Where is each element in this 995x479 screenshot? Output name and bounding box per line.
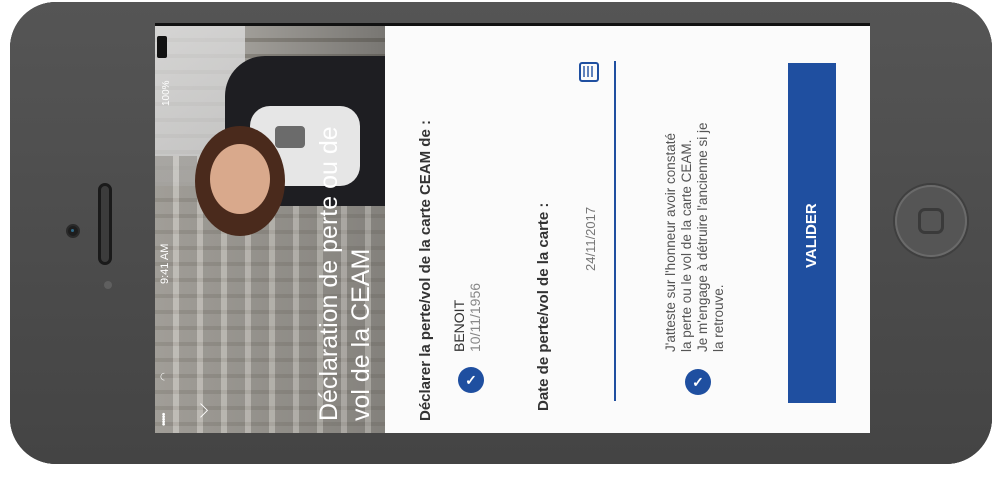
photo-smartphone xyxy=(275,126,305,148)
status-time: 9:41 AM xyxy=(159,243,171,284)
person-check-icon[interactable]: ✓ xyxy=(458,367,484,393)
date-input[interactable]: 24/11/2017 xyxy=(583,207,598,271)
hero-photo: 100% 9:41 AM ••••• ◠ ⌵ Déclaration de pe… xyxy=(155,26,385,433)
proximity-sensor xyxy=(104,281,112,289)
home-button[interactable] xyxy=(895,185,967,257)
wifi-icon: ◠ xyxy=(159,372,170,381)
calendar-icon[interactable] xyxy=(579,62,599,82)
battery-percent: 100% xyxy=(161,80,172,106)
submit-label: VALIDER xyxy=(803,203,820,268)
declare-label: Déclarer la perte/vol de la carte CEAM d… xyxy=(417,120,434,421)
attest-check-icon[interactable]: ✓ xyxy=(685,369,711,395)
signal-dots-icon: ••••• xyxy=(159,413,170,426)
front-camera-icon xyxy=(66,224,80,238)
page-title-line2: vol de la CEAM xyxy=(347,248,375,421)
date-input-underline xyxy=(614,61,616,401)
battery-icon xyxy=(157,36,167,58)
attest-line-2: la perte ou le vol de la carte CEAM. xyxy=(679,139,694,352)
attest-line-1: J'atteste sur l'honneur avoir constaté xyxy=(663,132,678,352)
home-square-icon xyxy=(918,208,944,234)
photo-woman-face xyxy=(210,144,270,214)
earpiece-speaker xyxy=(98,183,112,265)
chevron-down-icon[interactable]: ⌵ xyxy=(191,403,214,418)
submit-button[interactable]: VALIDER xyxy=(788,63,836,403)
person-birthdate: 10/11/1956 xyxy=(467,282,483,352)
attest-line-3: Je m'engage à détruire l'ancienne si je xyxy=(695,122,710,352)
page-title-line1: Déclaration de perte ou de xyxy=(315,126,343,421)
person-name: BENOIT xyxy=(451,299,467,352)
date-label: Date de perte/vol de la carte : xyxy=(535,202,552,411)
phone-screen: 100% 9:41 AM ••••• ◠ ⌵ Déclaration de pe… xyxy=(155,23,870,433)
attest-line-4: la retrouve. xyxy=(711,284,726,352)
